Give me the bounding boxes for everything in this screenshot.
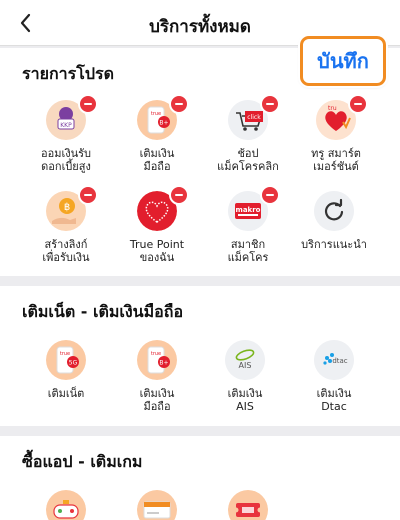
service-label: เติมเน็ต [47, 387, 85, 400]
game-controller-icon [46, 490, 86, 520]
service-item-true-smart-merchant[interactable]: tru ทรู สมาร์ต เมอร์ชันต์ [292, 94, 380, 173]
service-label: บริการแนะนำ [301, 238, 367, 251]
service-item-makro-member[interactable]: makro สมาชิก แม็คโคร [204, 185, 292, 264]
service-item-internet-topup[interactable]: true 5G เติมเน็ต [22, 340, 110, 400]
all-services-screen: บริการทั้งหมด รายการโปรด KKP ออมเงินรับ … [0, 0, 400, 520]
service-item-ais-topup[interactable]: AIS เติมเงิน AIS [201, 340, 289, 413]
svg-text:AIS: AIS [239, 361, 252, 370]
section-title: ซื้อแอป - เติมเกม [22, 452, 143, 471]
svg-text:dtac: dtac [332, 357, 347, 365]
remove-favorite-button[interactable] [348, 94, 368, 114]
service-label: สร้างลิงก์ เพื่อรับเงิน [42, 238, 90, 264]
svg-text:true: true [60, 351, 70, 357]
dtac-icon: dtac [314, 340, 354, 380]
service-label: ทรู สมาร์ต เมอร์ชันต์ [311, 147, 361, 173]
service-item-payment-link[interactable]: ฿ สร้างลิงก์ เพื่อรับเงิน [22, 185, 110, 264]
true-5g-icon: true 5G [46, 340, 86, 380]
service-item-mobile-topup[interactable]: true B+ เติมเงิน มือถือ [113, 340, 201, 413]
section-title: เติมเน็ต - เติมเงินมือถือ [22, 302, 184, 321]
remove-favorite-button[interactable] [78, 185, 98, 205]
refresh-icon [314, 191, 354, 231]
svg-text:makro: makro [236, 206, 261, 214]
svg-text:฿: ฿ [64, 202, 70, 213]
svg-text:5G: 5G [69, 360, 78, 367]
service-item-makro-click[interactable]: click ช้อป แม็คโครคลิก [204, 94, 292, 173]
service-label: เติมเงิน มือถือ [139, 387, 175, 413]
topup-section: เติมเน็ต - เติมเงินมือถือ true 5G เติมเน็… [0, 286, 400, 426]
service-label: ช้อป แม็คโครคลิก [217, 147, 279, 173]
service-item-true-point[interactable]: True Point ของฉัน [113, 185, 201, 264]
section-title: รายการโปรด [22, 64, 114, 83]
svg-text:true: true [151, 351, 161, 357]
svg-text:tru: tru [328, 105, 337, 112]
service-item-ticket[interactable] [204, 490, 292, 520]
svg-text:click: click [247, 114, 261, 121]
svg-text:B+: B+ [159, 360, 168, 367]
service-label: True Point ของฉัน [129, 238, 185, 264]
true-topup-icon: true B+ [137, 340, 177, 380]
apps-games-section: ซื้อแอป - เติมเกม [0, 436, 400, 520]
service-item-recommended[interactable]: บริการแนะนำ [290, 191, 378, 251]
truemoney-card-icon [137, 490, 177, 520]
service-label: เติมเงิน Dtac [316, 387, 352, 413]
service-label: ออมเงินรับ ดอกเบี้ยสูง [40, 147, 91, 173]
remove-favorite-button[interactable] [260, 94, 280, 114]
service-item-truemoney-card[interactable] [113, 490, 201, 520]
ticket-icon [228, 490, 268, 520]
service-label: เติมเงิน มือถือ [139, 147, 175, 173]
service-item-game[interactable] [22, 490, 110, 520]
ais-icon: AIS [225, 340, 265, 380]
service-item-kkp-savings[interactable]: KKP ออมเงินรับ ดอกเบี้ยสูง [22, 94, 110, 173]
remove-favorite-button[interactable] [78, 94, 98, 114]
svg-text:KKP: KKP [60, 122, 72, 129]
svg-text:B+: B+ [159, 120, 168, 127]
service-label: เติมเงิน AIS [227, 387, 263, 413]
service-label: สมาชิก แม็คโคร [227, 238, 269, 264]
svg-text:true: true [151, 111, 161, 117]
remove-favorite-button[interactable] [260, 185, 280, 205]
remove-favorite-button[interactable] [169, 185, 189, 205]
service-item-dtac-topup[interactable]: dtac เติมเงิน Dtac [290, 340, 378, 413]
save-button[interactable]: บันทึก [300, 36, 386, 86]
service-item-mobile-topup[interactable]: true B+ เติมเงิน มือถือ [113, 94, 201, 173]
remove-favorite-button[interactable] [169, 94, 189, 114]
